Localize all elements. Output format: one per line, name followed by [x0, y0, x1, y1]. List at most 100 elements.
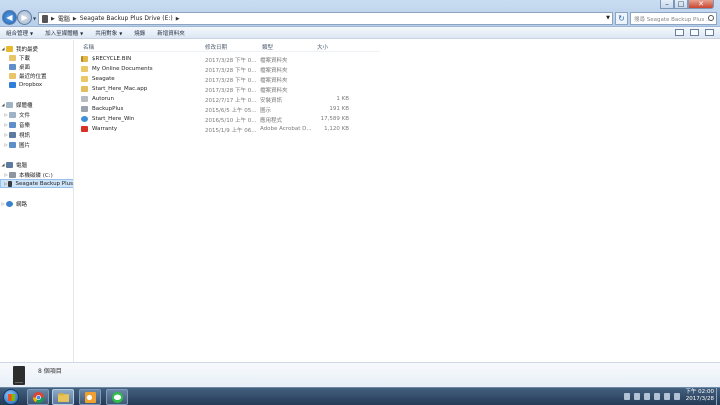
address-bar[interactable]: ▶ 電腦 ▶ Seagate Backup Plus Drive (E:) ▶ …: [38, 12, 613, 25]
flag-icon[interactable]: [644, 393, 650, 400]
sidebar-item-local-disk[interactable]: ▷ 本機磁碟 (C:): [0, 170, 73, 179]
view-options-icon[interactable]: [675, 29, 684, 36]
external-drive-icon: [8, 180, 13, 187]
sidebar-libraries[interactable]: ◢ 媒體櫃: [0, 100, 73, 109]
include-library-button[interactable]: 加入至媒體櫃 ▼: [39, 29, 89, 37]
sidebar-item-music[interactable]: ▷ 音樂: [0, 120, 73, 129]
file-size: 17,589 KB: [320, 116, 349, 122]
sidebar-network[interactable]: ▷ 網路: [0, 199, 73, 208]
dropdown-arrow-icon: ▼: [119, 30, 123, 36]
app-folder-icon: [81, 86, 88, 92]
search-input[interactable]: 搜尋 Seagate Backup Plus ...: [630, 12, 717, 25]
folder-icon: [81, 66, 88, 72]
organize-button[interactable]: 組合管理 ▼: [0, 29, 39, 37]
system-clock[interactable]: 下午 02:00 2017/3/28: [685, 389, 714, 403]
file-row-backupplus[interactable]: BackupPlus 2015/6/5 上午 05... 圖示 191 KB: [81, 105, 411, 115]
file-name: Seagate: [92, 76, 115, 82]
column-header-type[interactable]: 類型: [262, 43, 273, 51]
sidebar-item-downloads[interactable]: 下載: [0, 53, 73, 62]
minimize-button[interactable]: –: [660, 0, 674, 9]
taskbar-chrome[interactable]: [27, 389, 49, 405]
preview-pane-icon[interactable]: [690, 29, 699, 36]
sidebar-item-pictures[interactable]: ▷ 圖片: [0, 140, 73, 149]
drive-icon: [42, 14, 48, 23]
file-date: 2015/1/9 上午 06...: [205, 128, 257, 134]
folder-icon: [81, 76, 88, 82]
pictures-icon: [9, 141, 16, 148]
command-bar: 組合管理 ▼ 加入至媒體櫃 ▼ 共用對象 ▼ 燒錄 新增資料夾: [0, 27, 720, 39]
burn-button[interactable]: 燒錄: [128, 29, 151, 37]
system-tray: [624, 393, 680, 400]
file-row-recycle-bin[interactable]: $RECYCLE.BIN 2017/3/28 下午 0... 檔案資料夾: [81, 55, 411, 65]
file-list: 名稱 修改日期 類型 大小 $RECYCLE.BIN 2017/3/28 下午 …: [75, 40, 720, 362]
show-hidden-icons-icon[interactable]: [624, 393, 630, 400]
libraries-icon: [6, 101, 13, 108]
file-row-seagate[interactable]: Seagate 2017/3/28 下午 0... 檔案資料夾: [81, 75, 411, 85]
file-row-warranty[interactable]: Warranty 2015/1/9 上午 06... Adobe Acrobat…: [81, 125, 411, 135]
sidebar-item-documents[interactable]: ▷ 文件: [0, 110, 73, 119]
title-bar: – □ ✕ ◀ ▶ ▼ ▶ 電腦 ▶ Seagate Backup Plus D…: [0, 0, 720, 27]
file-date: 2016/5/10 上午 0...: [205, 118, 257, 124]
search-icon[interactable]: [708, 15, 714, 21]
share-with-button[interactable]: 共用對象 ▼: [89, 29, 128, 37]
recent-places-icon: [9, 72, 16, 79]
maximize-button[interactable]: □: [674, 0, 688, 9]
file-size: 1 KB: [336, 96, 349, 102]
start-button[interactable]: [3, 389, 19, 405]
item-count: 8 個項目: [38, 368, 62, 375]
taskbar-explorer[interactable]: [52, 389, 74, 405]
forward-button[interactable]: ▶: [17, 10, 32, 25]
sidebar-favorites[interactable]: ◢ 我的最愛: [0, 44, 73, 53]
chrome-icon: [33, 392, 44, 403]
breadcrumb-computer[interactable]: 電腦: [58, 14, 70, 23]
sidebar-item-dropbox[interactable]: Dropbox: [0, 80, 73, 89]
new-folder-button[interactable]: 新增資料夾: [151, 29, 191, 37]
back-button[interactable]: ◀: [2, 10, 17, 25]
show-desktop-button[interactable]: [716, 388, 720, 405]
language-icon[interactable]: [674, 393, 680, 400]
file-row-start-here-mac[interactable]: Start_Here_Mac.app 2017/3/28 下午 0... 檔案資…: [81, 85, 411, 95]
sidebar-item-recent[interactable]: 最近的位置: [0, 71, 73, 80]
downloads-icon: [9, 54, 16, 61]
chevron-right-icon[interactable]: ▶: [73, 16, 77, 22]
network-status-icon[interactable]: [654, 393, 660, 400]
address-dropdown-icon[interactable]: ▼: [606, 15, 610, 21]
file-row-autorun[interactable]: Autorun 2012/7/17 上午 0... 安裝資訊 1 KB: [81, 95, 411, 105]
column-header-name[interactable]: 名稱: [83, 43, 94, 51]
documents-icon: [9, 111, 16, 118]
column-header-size[interactable]: 大小: [317, 43, 328, 51]
sidebar-computer[interactable]: ◢ 電腦: [0, 160, 73, 169]
volume-icon[interactable]: [664, 393, 670, 400]
chevron-right-icon[interactable]: ▶: [51, 16, 55, 22]
windows-logo-icon: [8, 394, 15, 401]
file-size: 1,120 KB: [324, 126, 349, 132]
file-row-start-here-win[interactable]: Start_Here_Win 2016/5/10 上午 0... 應用程式 17…: [81, 115, 411, 125]
close-button[interactable]: ✕: [688, 0, 714, 9]
file-type: 檔案資料夾: [260, 88, 288, 94]
file-type: 圖示: [260, 108, 272, 114]
file-date: 2017/3/28 下午 0...: [205, 88, 257, 94]
sidebar-item-desktop[interactable]: 桌面: [0, 62, 73, 71]
taskbar-line[interactable]: [106, 389, 128, 405]
dropdown-arrow-icon: ▼: [80, 30, 84, 36]
taskbar-outlook[interactable]: [79, 389, 101, 405]
sidebar-item-seagate[interactable]: ▷ Seagate Backup Plus: [0, 179, 73, 188]
file-date: 2015/6/5 上午 05...: [205, 108, 257, 114]
icon-file-icon: [81, 106, 88, 112]
file-date: 2017/3/28 下午 0...: [205, 78, 257, 84]
help-icon[interactable]: [705, 29, 714, 36]
column-header-date[interactable]: 修改日期: [205, 43, 227, 51]
breadcrumb-drive[interactable]: Seagate Backup Plus Drive (E:): [80, 15, 173, 22]
file-type: Adobe Acrobat D...: [260, 126, 312, 132]
help-circle-icon[interactable]: [634, 393, 640, 400]
recent-pages-icon[interactable]: ▼: [33, 16, 36, 21]
hard-disk-icon: [9, 171, 16, 178]
file-row-my-online-documents[interactable]: My Online Documents 2017/3/28 下午 0... 檔案…: [81, 65, 411, 75]
navigation-pane: ◢ 我的最愛 下載 桌面 最近的位置 Dropbox ◢ 媒體櫃 ▷ 文件 ▷ …: [0, 40, 74, 362]
chevron-right-icon[interactable]: ▶: [176, 16, 180, 22]
header-divider: [80, 51, 380, 52]
refresh-button[interactable]: ↻: [615, 12, 628, 25]
sidebar-item-videos[interactable]: ▷ 視訊: [0, 130, 73, 139]
star-icon: [6, 45, 13, 52]
window-controls: – □ ✕: [660, 0, 714, 10]
